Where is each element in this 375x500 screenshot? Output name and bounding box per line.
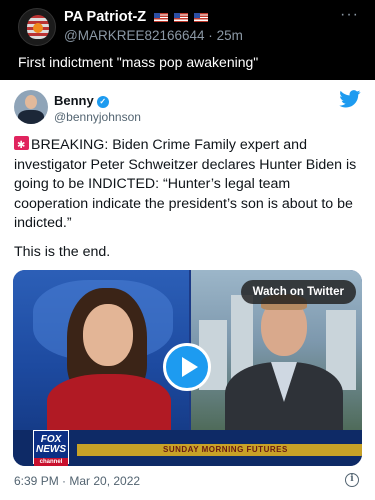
embedded-author-name[interactable]: Benny ✓ (54, 93, 109, 108)
embedded-author-handle[interactable]: @bennyjohnson (54, 110, 141, 124)
embedded-tweet-body: BREAKING: Biden Crime Family expert and … (14, 136, 366, 234)
author-name[interactable]: PA Patriot-Z (64, 9, 146, 25)
video-player[interactable]: Watch on Twitter FOX NEWS channel SUNDAY… (13, 270, 362, 466)
fox-news-logo: FOX NEWS channel (33, 430, 69, 466)
us-flag-icon (194, 12, 209, 22)
verified-badge-icon: ✓ (96, 95, 109, 108)
embedded-tweet-closing: This is the end. (14, 244, 111, 260)
play-button-icon[interactable] (163, 343, 211, 391)
watch-on-twitter-button[interactable]: Watch on Twitter (240, 280, 356, 304)
info-icon[interactable]: i (345, 473, 359, 487)
tweet-time[interactable]: 25m (217, 28, 243, 43)
siren-icon (14, 136, 29, 156)
avatar[interactable] (14, 90, 48, 124)
us-flag-icon (154, 12, 169, 22)
twitter-bird-icon[interactable] (339, 90, 361, 108)
outer-tweet-header: PA Patriot-Z @MARKREE82166644 · 25m ··· (0, 0, 375, 52)
tweet-text: First indictment "mass pop awakening" (18, 54, 259, 70)
news-lower-third: FOX NEWS channel SUNDAY MORNING FUTURES (13, 430, 362, 466)
tweet-timestamp[interactable]: 6:39 PM · Mar 20, 2022 (14, 474, 140, 488)
author-handle[interactable]: @MARKREE82166644 (64, 28, 205, 43)
show-name: SUNDAY MORNING FUTURES (163, 445, 288, 454)
us-flag-emojis (154, 9, 210, 25)
avatar[interactable] (18, 8, 56, 46)
author-name-row[interactable]: PA Patriot-Z (64, 9, 210, 25)
handle-row: @MARKREE82166644 · 25m (64, 28, 243, 43)
embedded-tweet-card[interactable]: Benny✓ @bennyjohnson BREAKING: Biden Cri… (0, 80, 375, 500)
us-flag-icon (174, 12, 189, 22)
more-options-icon[interactable]: ··· (340, 6, 359, 24)
